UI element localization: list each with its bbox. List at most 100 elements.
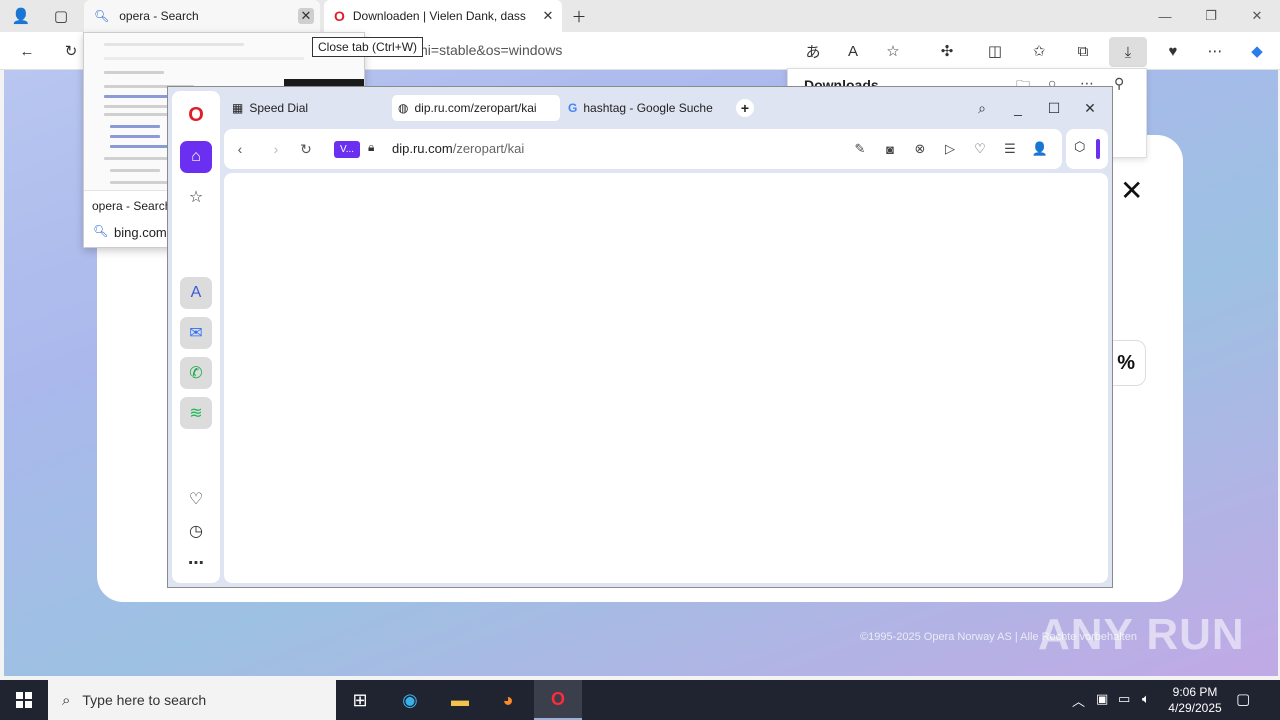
- notification-icon[interactable]: ▢: [1236, 690, 1250, 708]
- opera-app-icon[interactable]: O: [534, 680, 582, 720]
- network-icon[interactable]: ▭: [1118, 691, 1130, 707]
- edge-tab-opera-search[interactable]: 🔍︎ opera - Search ✕: [84, 0, 320, 32]
- progress-text: %: [1117, 351, 1135, 374]
- collections-icon[interactable]: ⧉: [1070, 39, 1096, 63]
- messenger-icon[interactable]: ✉: [180, 317, 212, 349]
- profile-avatar-icon[interactable]: 👤: [8, 4, 34, 28]
- clock[interactable]: 9:06 PM 4/29/2025: [1160, 684, 1230, 716]
- opera-logo-icon[interactable]: O: [180, 99, 212, 131]
- refresh-icon[interactable]: ↻: [58, 39, 84, 63]
- easy-setup-icon[interactable]: ☰: [1000, 139, 1020, 159]
- opera-tab-hashtag[interactable]: G hashtag - Google Suche: [562, 95, 730, 121]
- search-icon: ⌕: [62, 691, 71, 709]
- minimize-icon[interactable]: _: [1006, 97, 1030, 119]
- file-explorer-icon[interactable]: ▬: [436, 680, 484, 720]
- history-icon[interactable]: ◷: [180, 515, 212, 547]
- device-icon[interactable]: ▣: [1096, 691, 1108, 707]
- url-field[interactable]: dip.ru.com/zeropart/kai: [392, 141, 524, 156]
- performance-icon[interactable]: ♥: [1160, 39, 1186, 63]
- more-icon[interactable]: ⋯: [1202, 39, 1228, 63]
- tab-actions-icon[interactable]: ▢: [48, 4, 74, 28]
- taskbar: ⌕ Type here to search ⊞ ◉ ▬ ◕ O ︿ ▣ ▭ 🔈︎…: [0, 680, 1280, 720]
- google-icon: G: [568, 101, 578, 115]
- edge-tab-label: opera - Search: [119, 9, 199, 23]
- clock-date: 4/29/2025: [1168, 701, 1222, 715]
- forward-icon[interactable]: ›: [266, 139, 286, 159]
- split-screen-icon[interactable]: ◫: [982, 39, 1008, 63]
- search-placeholder: Type here to search: [82, 692, 207, 708]
- maximize-icon[interactable]: ☐: [1042, 97, 1066, 119]
- vpn-badge[interactable]: V...: [334, 141, 360, 158]
- opera-logo-icon: O: [334, 8, 345, 24]
- url-host: dip.ru.com: [392, 141, 453, 156]
- tab-preview-url: bing.com: [114, 225, 167, 240]
- volume-icon[interactable]: 🔈︎: [1142, 691, 1150, 707]
- star-icon[interactable]: ☆: [180, 181, 212, 213]
- downloads-icon[interactable]: ⤓: [1109, 37, 1147, 67]
- edge-tab-opera-download[interactable]: O Downloaden | Vielen Dank, dass ✕: [324, 0, 562, 32]
- clock-time: 9:06 PM: [1172, 685, 1218, 699]
- tab-preview-title: opera - Search: [92, 199, 172, 213]
- minimize-icon[interactable]: —: [1142, 0, 1188, 32]
- anyrun-watermark: ANY RUN: [1038, 610, 1245, 659]
- close-window-icon[interactable]: ✕: [1234, 0, 1280, 32]
- new-tab-icon[interactable]: ＋: [566, 4, 592, 28]
- adblock-icon[interactable]: ⊗: [910, 139, 930, 159]
- globe-icon: ◍: [398, 101, 409, 115]
- url-path: /zeropart/kai: [452, 141, 525, 156]
- heart-icon[interactable]: ♡: [970, 139, 990, 159]
- opera-tab-label: dip.ru.com/zeropart/kai: [414, 101, 537, 115]
- windows-logo-icon: [16, 692, 32, 708]
- search-icon: 🔍︎: [93, 224, 109, 238]
- close-tab-tooltip: Close tab (Ctrl+W): [312, 37, 424, 57]
- aria-icon[interactable]: A: [180, 277, 212, 309]
- camera-icon[interactable]: ◙: [880, 139, 900, 159]
- pin-icon[interactable]: ⚲: [1114, 75, 1124, 92]
- firefox-icon[interactable]: ◕: [484, 680, 532, 720]
- lock-icon[interactable]: 🔒︎: [368, 140, 374, 155]
- favorites-icon[interactable]: ✩: [1026, 39, 1052, 63]
- taskbar-search[interactable]: ⌕ Type here to search: [48, 680, 336, 720]
- translate-icon[interactable]: あ: [800, 39, 826, 63]
- account-icon[interactable]: 👤: [1030, 139, 1050, 159]
- more-icon[interactable]: ⋯: [180, 547, 212, 579]
- heart-icon[interactable]: ♡: [180, 483, 212, 515]
- close-icon[interactable]: ✕: [1120, 174, 1143, 207]
- home-icon[interactable]: ⌂: [180, 141, 212, 173]
- send-icon[interactable]: ▷: [940, 139, 960, 159]
- edge-tab-label: Downloaden | Vielen Dank, dass: [352, 9, 526, 23]
- search-tabs-icon[interactable]: ⌕: [970, 97, 994, 119]
- close-tab-icon[interactable]: ✕: [540, 8, 556, 24]
- copilot-icon[interactable]: ◆: [1244, 39, 1270, 63]
- search-icon: 🔍︎: [94, 9, 110, 23]
- opera-sidebar: O ⌂ ☆ A ✉ ✆ ≋ ♡ ◷ ⋯: [172, 91, 220, 583]
- chevron-up-icon[interactable]: ︿: [1072, 691, 1085, 710]
- whatsapp-icon[interactable]: ✆: [180, 357, 212, 389]
- read-aloud-icon[interactable]: A: [840, 39, 866, 63]
- edit-icon[interactable]: ✎: [850, 139, 870, 159]
- start-button[interactable]: [0, 680, 48, 720]
- spotify-icon[interactable]: ≋: [180, 397, 212, 429]
- close-tab-icon[interactable]: ✕: [298, 8, 314, 24]
- opera-page-content: [224, 173, 1108, 583]
- sidebar-toggle[interactable]: [1096, 139, 1100, 159]
- new-tab-icon[interactable]: +: [736, 99, 754, 117]
- opera-tab-label: Speed Dial: [249, 101, 309, 115]
- opera-extensions: ⬡: [1066, 129, 1108, 169]
- close-window-icon[interactable]: ✕: [1078, 97, 1102, 119]
- favorite-star-icon[interactable]: ☆: [880, 39, 906, 63]
- task-view-icon[interactable]: ⊞: [336, 680, 384, 720]
- opera-tab-label: hashtag - Google Suche: [583, 101, 713, 115]
- extensions-icon[interactable]: ✣: [934, 39, 960, 63]
- restore-icon[interactable]: ❐: [1188, 0, 1234, 32]
- back-icon[interactable]: ←: [14, 39, 40, 63]
- address-bar[interactable]: ni=stable&os=windows: [420, 42, 562, 58]
- reload-icon[interactable]: ↻: [296, 139, 316, 159]
- cube-icon[interactable]: ⬡: [1074, 139, 1085, 155]
- opera-tab-speed-dial[interactable]: ▦ Speed Dial: [226, 95, 386, 121]
- back-icon[interactable]: ‹: [230, 139, 250, 159]
- opera-tab-dip[interactable]: ◍ dip.ru.com/zeropart/kai: [392, 95, 560, 121]
- opera-address-bar: ‹ › ↻ V... 🔒︎ dip.ru.com/zeropart/kai ✎ …: [224, 129, 1062, 169]
- edge-app-icon[interactable]: ◉: [386, 680, 434, 720]
- edge-tab-bar: 👤 ▢ 🔍︎ opera - Search ✕ O Downloaden | V…: [0, 0, 1280, 32]
